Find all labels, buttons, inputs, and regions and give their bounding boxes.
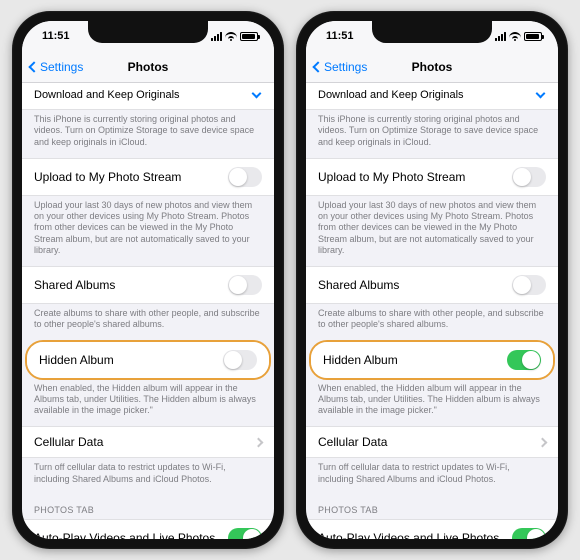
row-label: Shared Albums	[34, 278, 115, 292]
toggle-hidden-album[interactable]	[507, 350, 541, 370]
back-label: Settings	[324, 60, 367, 74]
row-label: Download and Keep Originals	[34, 89, 180, 101]
row-download-keep-originals[interactable]: Download and Keep Originals	[22, 83, 274, 110]
download-description: This iPhone is currently storing origina…	[306, 110, 558, 158]
shared-description: Create albums to share with other people…	[306, 304, 558, 341]
phone-left: 11:51 Settings Photos Download and Keep …	[12, 11, 284, 549]
toggle-autoplay[interactable]	[228, 528, 262, 539]
hidden-description: When enabled, the Hidden album will appe…	[22, 379, 274, 427]
toggle-upload-photo-stream[interactable]	[228, 167, 262, 187]
toggle-shared-albums[interactable]	[512, 275, 546, 295]
toggle-shared-albums[interactable]	[228, 275, 262, 295]
toggle-hidden-album[interactable]	[223, 350, 257, 370]
row-label: Upload to My Photo Stream	[318, 170, 465, 184]
row-label: Auto-Play Videos and Live Photos	[318, 531, 499, 539]
highlight-hidden-album: Hidden Album	[25, 340, 271, 380]
section-header-photos-tab: PHOTOS TAB	[306, 495, 558, 519]
back-button[interactable]: Settings	[30, 60, 83, 74]
settings-content[interactable]: Download and Keep Originals This iPhone …	[22, 83, 274, 539]
row-hidden-album[interactable]: Hidden Album	[311, 342, 553, 378]
upload-description: Upload your last 30 days of new photos a…	[306, 196, 558, 266]
download-description: This iPhone is currently storing origina…	[22, 110, 274, 158]
row-label: Hidden Album	[39, 353, 114, 367]
chevron-down-icon	[536, 89, 546, 99]
screen: 11:51 Settings Photos Download and Keep …	[22, 21, 274, 539]
back-label: Settings	[40, 60, 83, 74]
screen: 11:51 Settings Photos Download and Keep …	[306, 21, 558, 539]
cellular-signal-icon	[495, 32, 506, 41]
wifi-icon	[509, 32, 521, 41]
cellular-description: Turn off cellular data to restrict updat…	[306, 458, 558, 495]
toggle-upload-photo-stream[interactable]	[512, 167, 546, 187]
status-indicators	[211, 32, 258, 41]
row-label: Download and Keep Originals	[318, 89, 464, 101]
status-indicators	[495, 32, 542, 41]
row-label: Upload to My Photo Stream	[34, 170, 181, 184]
chevron-left-icon	[28, 61, 39, 72]
back-button[interactable]: Settings	[314, 60, 367, 74]
highlight-hidden-album: Hidden Album	[309, 340, 555, 380]
row-shared-albums[interactable]: Shared Albums	[306, 266, 558, 304]
row-upload-photo-stream[interactable]: Upload to My Photo Stream	[22, 158, 274, 196]
row-hidden-album[interactable]: Hidden Album	[27, 342, 269, 378]
row-label: Auto-Play Videos and Live Photos	[34, 531, 215, 539]
battery-icon	[524, 32, 542, 41]
row-label: Shared Albums	[318, 278, 399, 292]
notch	[372, 21, 492, 43]
row-autoplay[interactable]: Auto-Play Videos and Live Photos	[22, 519, 274, 539]
cellular-signal-icon	[211, 32, 222, 41]
upload-description: Upload your last 30 days of new photos a…	[22, 196, 274, 266]
battery-icon	[240, 32, 258, 41]
nav-bar: Settings Photos	[22, 51, 274, 83]
row-upload-photo-stream[interactable]: Upload to My Photo Stream	[306, 158, 558, 196]
notch	[88, 21, 208, 43]
cellular-description: Turn off cellular data to restrict updat…	[22, 458, 274, 495]
status-time: 11:51	[42, 30, 70, 42]
wifi-icon	[225, 32, 237, 41]
section-header-photos-tab: PHOTOS TAB	[22, 495, 274, 519]
toggle-autoplay[interactable]	[512, 528, 546, 539]
row-download-keep-originals[interactable]: Download and Keep Originals	[306, 83, 558, 110]
row-label: Cellular Data	[34, 435, 103, 449]
row-label: Cellular Data	[318, 435, 387, 449]
row-autoplay[interactable]: Auto-Play Videos and Live Photos	[306, 519, 558, 539]
settings-content[interactable]: Download and Keep Originals This iPhone …	[306, 83, 558, 539]
shared-description: Create albums to share with other people…	[22, 304, 274, 341]
chevron-right-icon	[538, 437, 548, 447]
chevron-down-icon	[252, 89, 262, 99]
hidden-description: When enabled, the Hidden album will appe…	[306, 379, 558, 427]
row-cellular-data[interactable]: Cellular Data	[306, 426, 558, 458]
row-label: Hidden Album	[323, 353, 398, 367]
chevron-right-icon	[254, 437, 264, 447]
nav-bar: Settings Photos	[306, 51, 558, 83]
row-shared-albums[interactable]: Shared Albums	[22, 266, 274, 304]
status-time: 11:51	[326, 30, 354, 42]
phone-right: 11:51 Settings Photos Download and Keep …	[296, 11, 568, 549]
row-cellular-data[interactable]: Cellular Data	[22, 426, 274, 458]
chevron-left-icon	[312, 61, 323, 72]
